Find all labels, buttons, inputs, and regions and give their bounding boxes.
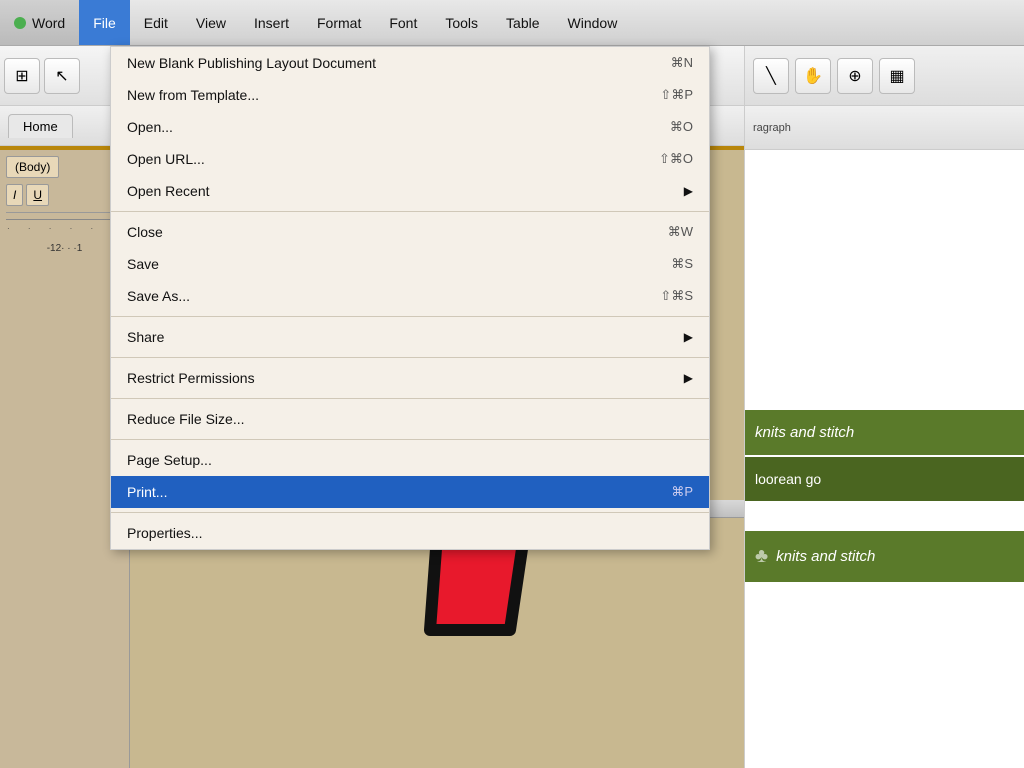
submenu-arrow-restrict: ▶ xyxy=(684,371,693,385)
menu-item-properties[interactable]: Properties... xyxy=(111,517,709,549)
menu-item-open-recent[interactable]: Open Recent ▶ xyxy=(111,175,709,207)
divider-3 xyxy=(111,357,709,358)
hand-icon: ✋ xyxy=(803,66,823,86)
menu-item-close[interactable]: Close ⌘W xyxy=(111,216,709,248)
doc-preview: knits and stitch loorean go ♣ knits and … xyxy=(744,150,1024,768)
menu-item-reduce[interactable]: Reduce File Size... xyxy=(111,403,709,435)
sidebar-toggle-btn[interactable]: ▦ xyxy=(879,58,915,94)
menu-item-restrict[interactable]: Restrict Permissions ▶ xyxy=(111,362,709,394)
menubar-word[interactable]: Word xyxy=(0,0,79,45)
right-toolbar: ╲ ✋ ⊕ ▦ xyxy=(744,46,1024,106)
menubar-tools[interactable]: Tools xyxy=(431,0,492,45)
ruler-left: · · · · · · -12· · ·1 xyxy=(6,219,123,258)
font-selector-left[interactable]: (Body) xyxy=(6,156,59,178)
menu-item-open-url[interactable]: Open URL... ⇧⌘O xyxy=(111,143,709,175)
menu-item-share[interactable]: Share ▶ xyxy=(111,321,709,353)
menu-item-open[interactable]: Open... ⌘O xyxy=(111,111,709,143)
menu-item-save[interactable]: Save ⌘S xyxy=(111,248,709,280)
leaf-icon: ♣ xyxy=(755,545,768,568)
menubar: Word File Edit View Insert Format Font T… xyxy=(0,0,1024,46)
grid-icon: ⊞ xyxy=(15,66,28,86)
menubar-view[interactable]: View xyxy=(182,0,240,45)
grid-icon-btn[interactable]: ⊞ xyxy=(4,58,40,94)
draw-icon: ╲ xyxy=(766,66,776,86)
menubar-font[interactable]: Font xyxy=(375,0,431,45)
paragraph-label: ragraph xyxy=(753,122,791,134)
italic-button[interactable]: I xyxy=(6,184,23,206)
menubar-window[interactable]: Window xyxy=(554,0,632,45)
divider-1 xyxy=(111,211,709,212)
file-dropdown-menu: New Blank Publishing Layout Document ⌘N … xyxy=(110,46,710,550)
menu-item-save-as[interactable]: Save As... ⇧⌘S xyxy=(111,280,709,312)
divider-4 xyxy=(111,398,709,399)
submenu-arrow-share: ▶ xyxy=(684,330,693,344)
menu-item-page-setup[interactable]: Page Setup... xyxy=(111,444,709,476)
divider-5 xyxy=(111,439,709,440)
menu-item-print[interactable]: Print... ⌘P xyxy=(111,476,709,508)
menubar-insert[interactable]: Insert xyxy=(240,0,303,45)
zoom-icon: ⊕ xyxy=(848,66,861,86)
draw-tool-btn[interactable]: ╲ xyxy=(753,58,789,94)
divider-2 xyxy=(111,316,709,317)
sidebar-icon: ▦ xyxy=(889,66,904,86)
menubar-edit[interactable]: Edit xyxy=(130,0,182,45)
doc-band-mid: loorean go xyxy=(745,457,1024,501)
menubar-format[interactable]: Format xyxy=(303,0,375,45)
submenu-arrow: ▶ xyxy=(684,184,693,198)
menubar-table[interactable]: Table xyxy=(492,0,553,45)
home-tab[interactable]: Home xyxy=(8,114,73,138)
hand-tool-btn[interactable]: ✋ xyxy=(795,58,831,94)
underline-button[interactable]: U xyxy=(26,184,49,206)
divider-6 xyxy=(111,512,709,513)
doc-band-top: knits and stitch xyxy=(745,410,1024,455)
zoom-tool-btn[interactable]: ⊕ xyxy=(837,58,873,94)
cursor-icon-btn[interactable]: ↖ xyxy=(44,58,80,94)
right-toolbar2: ragraph xyxy=(744,106,1024,150)
doc-band-bottom: ♣ knits and stitch xyxy=(745,531,1024,582)
menubar-file[interactable]: File xyxy=(79,0,130,45)
menu-item-new-template[interactable]: New from Template... ⇧⌘P xyxy=(111,79,709,111)
cursor-icon: ↖ xyxy=(55,66,68,86)
menu-item-new-blank[interactable]: New Blank Publishing Layout Document ⌘N xyxy=(111,47,709,79)
